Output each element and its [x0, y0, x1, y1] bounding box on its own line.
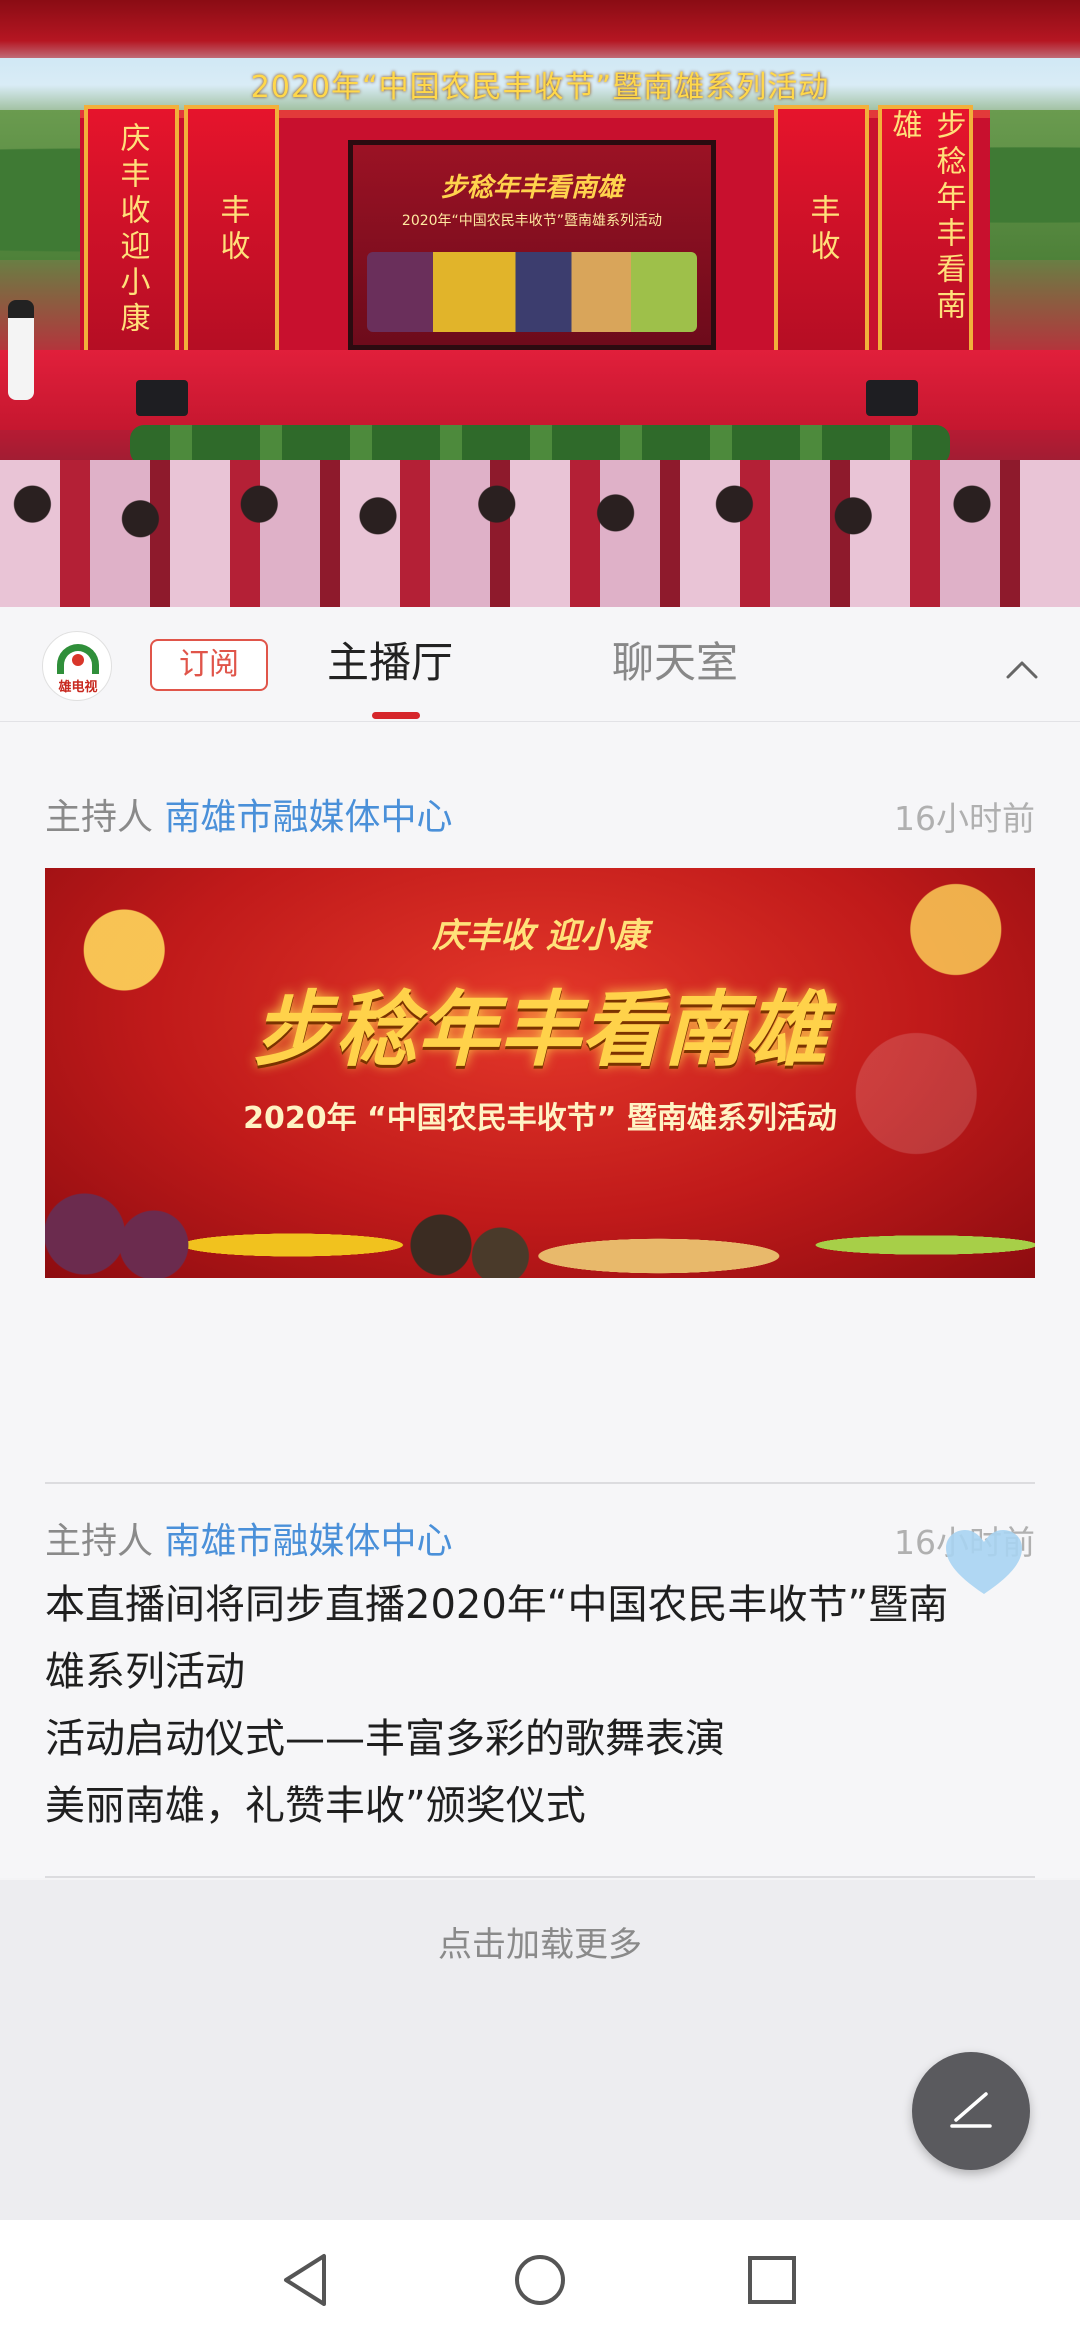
- post-2-author[interactable]: 南雄市融媒体中心: [164, 1521, 452, 1562]
- post-divider: [45, 1876, 1035, 1878]
- post-2-text-line: 美丽南雄，礼赞丰收”颁奖仪式: [45, 1783, 586, 1829]
- host-feed[interactable]: 主持人 南雄市融媒体中心 16小时前 庆丰收 迎小康 步稔年丰看南雄 2020年…: [0, 722, 1080, 1878]
- tab-chat-room[interactable]: 聊天室: [612, 635, 738, 691]
- post-1-image-line1: 庆丰收 迎小康: [432, 916, 648, 956]
- live-video-player[interactable]: 2020年“中国农民丰收节”暨南雄系列活动 庆丰收迎小康 丰收 丰收 步稔年丰看…: [0, 0, 1080, 607]
- edit-button[interactable]: [912, 2052, 1030, 2170]
- post-2-text-line: 本直播间将同步直播2020年“中国农民丰收节”暨南: [45, 1582, 949, 1628]
- tab-host-hall[interactable]: 主播厅: [327, 635, 453, 691]
- stage-pillar-left-outer: 庆丰收迎小康: [84, 105, 179, 355]
- stage-screen-produce: [367, 252, 697, 332]
- audience: [0, 460, 1080, 607]
- post-2-meta: 主持人 南雄市融媒体中心: [45, 1512, 452, 1564]
- stage-pillar-right-outer: 步稔年丰看南雄: [878, 105, 973, 355]
- recents-icon[interactable]: [740, 2248, 804, 2312]
- post-1-image[interactable]: 庆丰收 迎小康 步稔年丰看南雄 2020年 “中国农民丰收节” 暨南雄系列活动: [45, 868, 1035, 1278]
- post-2-text-line: 活动启动仪式——丰富多彩的歌舞表演: [45, 1716, 725, 1762]
- edit-icon: [950, 2092, 992, 2128]
- system-navigation-bar: [0, 2220, 1080, 2340]
- stage-speaker-left: [136, 380, 188, 416]
- post-2-role: 主持人: [45, 1521, 154, 1562]
- channel-logo[interactable]: 雄电视: [42, 631, 112, 701]
- channel-tab-bar: 雄电视 订阅 主播厅 聊天室: [0, 607, 1080, 722]
- post-1-meta: 主持人 南雄市融媒体中心: [45, 788, 452, 840]
- post-2-text-line: 雄系列活动: [45, 1649, 245, 1695]
- stage-pillar-right-inner: 丰收: [774, 105, 869, 355]
- post-1-time: 16小时前: [894, 799, 1035, 838]
- post-1-image-line3: 2020年 “中国农民丰收节” 暨南雄系列活动: [243, 1101, 837, 1136]
- post-2-text: 本直播间将同步直播2020年“中国农民丰收节”暨南 雄系列活动 活动启动仪式——…: [45, 1572, 1035, 1840]
- logo-dot-icon: [72, 654, 84, 666]
- video-top-overlay: [0, 0, 1080, 58]
- post-1-role: 主持人: [45, 797, 154, 838]
- stage-banner: 2020年“中国农民丰收节”暨南雄系列活动: [250, 70, 830, 105]
- stage-host-figure: [8, 300, 34, 400]
- stage-plants: [130, 425, 950, 465]
- post-divider: [45, 1482, 1035, 1484]
- logo-text: 雄电视: [58, 680, 98, 695]
- stage-screen-subtitle: 2020年“中国农民丰收节”暨南雄系列活动: [401, 213, 663, 229]
- back-icon[interactable]: [276, 2248, 340, 2312]
- stage-pillar-left-inner: 丰收: [184, 105, 279, 355]
- stage-speaker-right: [866, 380, 918, 416]
- heart-icon[interactable]: [944, 1528, 1024, 1598]
- stage-screen-slogan: 步稔年丰看南雄: [440, 173, 623, 203]
- post-1-author[interactable]: 南雄市融媒体中心: [164, 797, 452, 838]
- load-more-button[interactable]: 点击加载更多: [0, 1880, 1080, 2000]
- subscribe-button[interactable]: 订阅: [150, 639, 268, 691]
- chevron-up-icon[interactable]: [1002, 649, 1042, 689]
- active-tab-indicator: [372, 712, 420, 719]
- post-1-image-line2: 步稔年丰看南雄: [253, 982, 827, 1078]
- home-icon[interactable]: [508, 2248, 572, 2312]
- post-1-image-produce: [45, 1168, 1035, 1278]
- stage-screen: 步稔年丰看南雄 2020年“中国农民丰收节”暨南雄系列活动: [348, 140, 716, 350]
